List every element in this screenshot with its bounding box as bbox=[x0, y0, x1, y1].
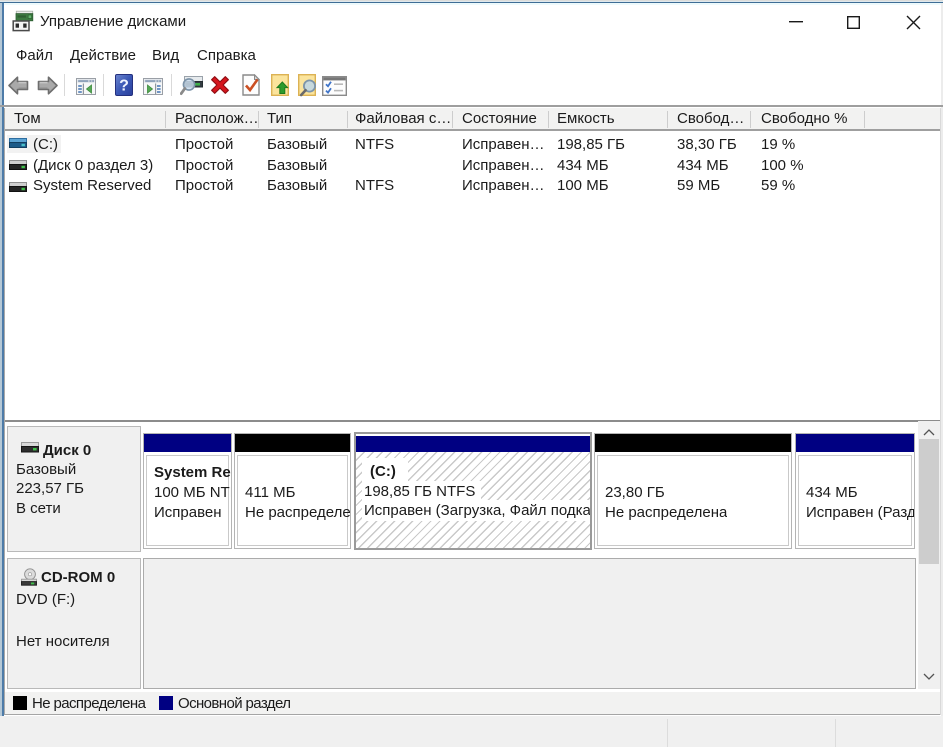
svg-text:?: ? bbox=[119, 78, 129, 95]
